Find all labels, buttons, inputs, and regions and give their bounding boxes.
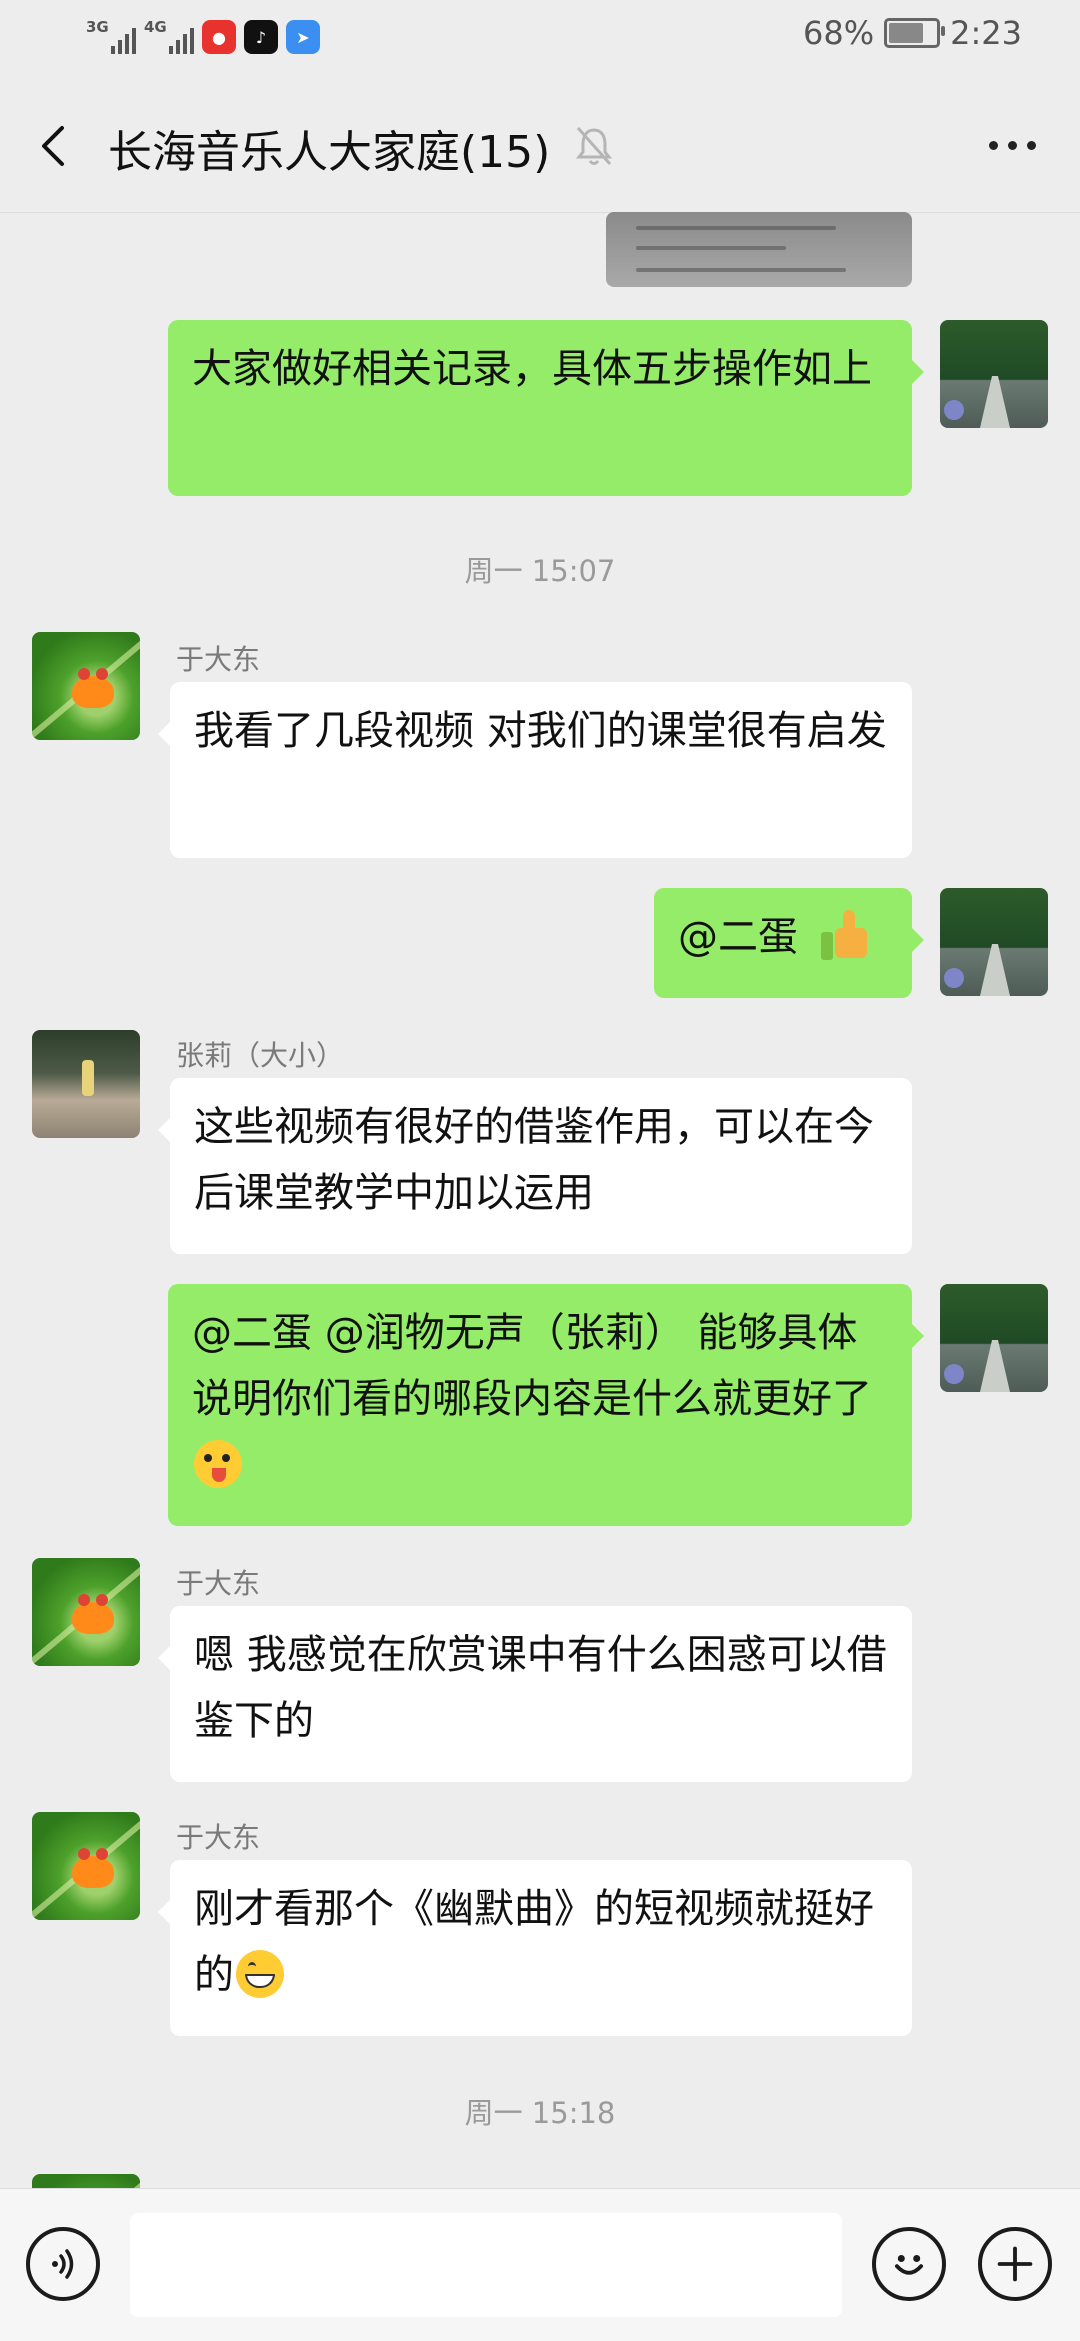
bell-off-icon xyxy=(574,124,614,168)
avatar-self[interactable] xyxy=(940,888,1048,996)
dot-icon xyxy=(1007,140,1017,150)
message-bubble-in[interactable]: 我看了几段视频 对我们的课堂很有启发 xyxy=(158,682,912,858)
thumbs-up-icon xyxy=(820,910,871,960)
sender-name: 于大东 xyxy=(176,1567,261,1600)
emoji-button[interactable] xyxy=(872,2227,946,2301)
network-type-1: 3G xyxy=(86,18,109,36)
chevron-left-icon xyxy=(42,126,64,166)
status-icons-right: 68% 2:23 xyxy=(803,14,1022,52)
winking-tongue-emoji-icon xyxy=(194,1440,242,1488)
chat-header: 长海音乐人大家庭(15) xyxy=(0,80,1080,213)
timestamp: 周一 15:18 xyxy=(464,2096,616,2130)
message-text: 刚才看那个《幽默曲》的短视频就挺好的 xyxy=(194,1886,874,1998)
chat-title: 长海音乐人大家庭(15) xyxy=(108,127,551,178)
battery-percent: 68% xyxy=(803,14,875,52)
tiktok-icon: ♪ xyxy=(244,20,278,54)
avatar-self[interactable] xyxy=(940,320,1048,428)
message-bubble-in[interactable]: 刚才看那个《幽默曲》的短视频就挺好的 xyxy=(158,1860,912,2036)
plus-icon xyxy=(997,2246,1033,2282)
message-bubble-out[interactable]: 大家做好相关记录，具体五步操作如上 xyxy=(168,320,924,496)
message-bubble-out[interactable]: @二蛋 @润物无声（张莉） 能够具体说明你们看的哪段内容是什么就更好了 xyxy=(168,1284,924,1526)
voice-icon xyxy=(52,2249,74,2279)
avatar-contact[interactable] xyxy=(32,632,140,740)
status-icons-left: 3G 4G ● ♪ ➤ xyxy=(86,18,320,56)
emoji-icon xyxy=(894,2254,924,2275)
clock: 2:23 xyxy=(950,14,1022,52)
network-type-2: 4G xyxy=(144,18,167,36)
avatar-contact[interactable] xyxy=(32,1812,140,1920)
image-message[interactable] xyxy=(606,212,912,287)
message-input[interactable] xyxy=(130,2213,842,2317)
message-text: @二蛋 @润物无声（张莉） 能够具体说明你们看的哪段内容是什么就更好了 xyxy=(192,1310,872,1422)
more-options-button[interactable] xyxy=(982,130,1042,160)
feishu-icon: ➤ xyxy=(286,20,320,54)
sender-name: 张莉（大小） xyxy=(176,1039,345,1072)
avatar-contact[interactable] xyxy=(32,1030,140,1138)
grinning-emoji-icon xyxy=(236,1950,284,1998)
status-bar: 3G 4G ● ♪ ➤ 68% 2:23 xyxy=(0,0,1080,80)
sender-name: 于大东 xyxy=(176,643,261,676)
signal-icon: 3G xyxy=(86,18,136,56)
avatar-contact[interactable] xyxy=(32,1558,140,1666)
dot-icon xyxy=(988,140,998,150)
avatar-contact[interactable] xyxy=(32,2174,140,2188)
signal-icon: 4G xyxy=(144,18,194,56)
message-bubble-in[interactable]: 嗯 我感觉在欣赏课中有什么困惑可以借鉴下的 xyxy=(158,1606,912,1782)
back-button[interactable] xyxy=(30,118,80,174)
more-actions-button[interactable] xyxy=(978,2227,1052,2301)
message-bubble-out[interactable]: @二蛋 xyxy=(654,888,924,998)
message-text: @二蛋 xyxy=(678,914,811,960)
timestamp: 周一 15:07 xyxy=(464,554,616,588)
sender-name: 于大东 xyxy=(176,1821,261,1854)
battery-icon xyxy=(884,18,946,48)
weibo-icon: ● xyxy=(202,20,236,54)
avatar-self[interactable] xyxy=(940,1284,1048,1392)
input-bar xyxy=(0,2188,1080,2341)
dot-icon xyxy=(1026,140,1036,150)
message-list[interactable]: 大家做好相关记录，具体五步操作如上 周一 15:07 于大东 我看了几段视频 对… xyxy=(0,212,1080,2188)
voice-button[interactable] xyxy=(26,2227,100,2301)
message-bubble-in[interactable]: 这些视频有很好的借鉴作用，可以在今后课堂教学中加以运用 xyxy=(158,1078,912,1254)
